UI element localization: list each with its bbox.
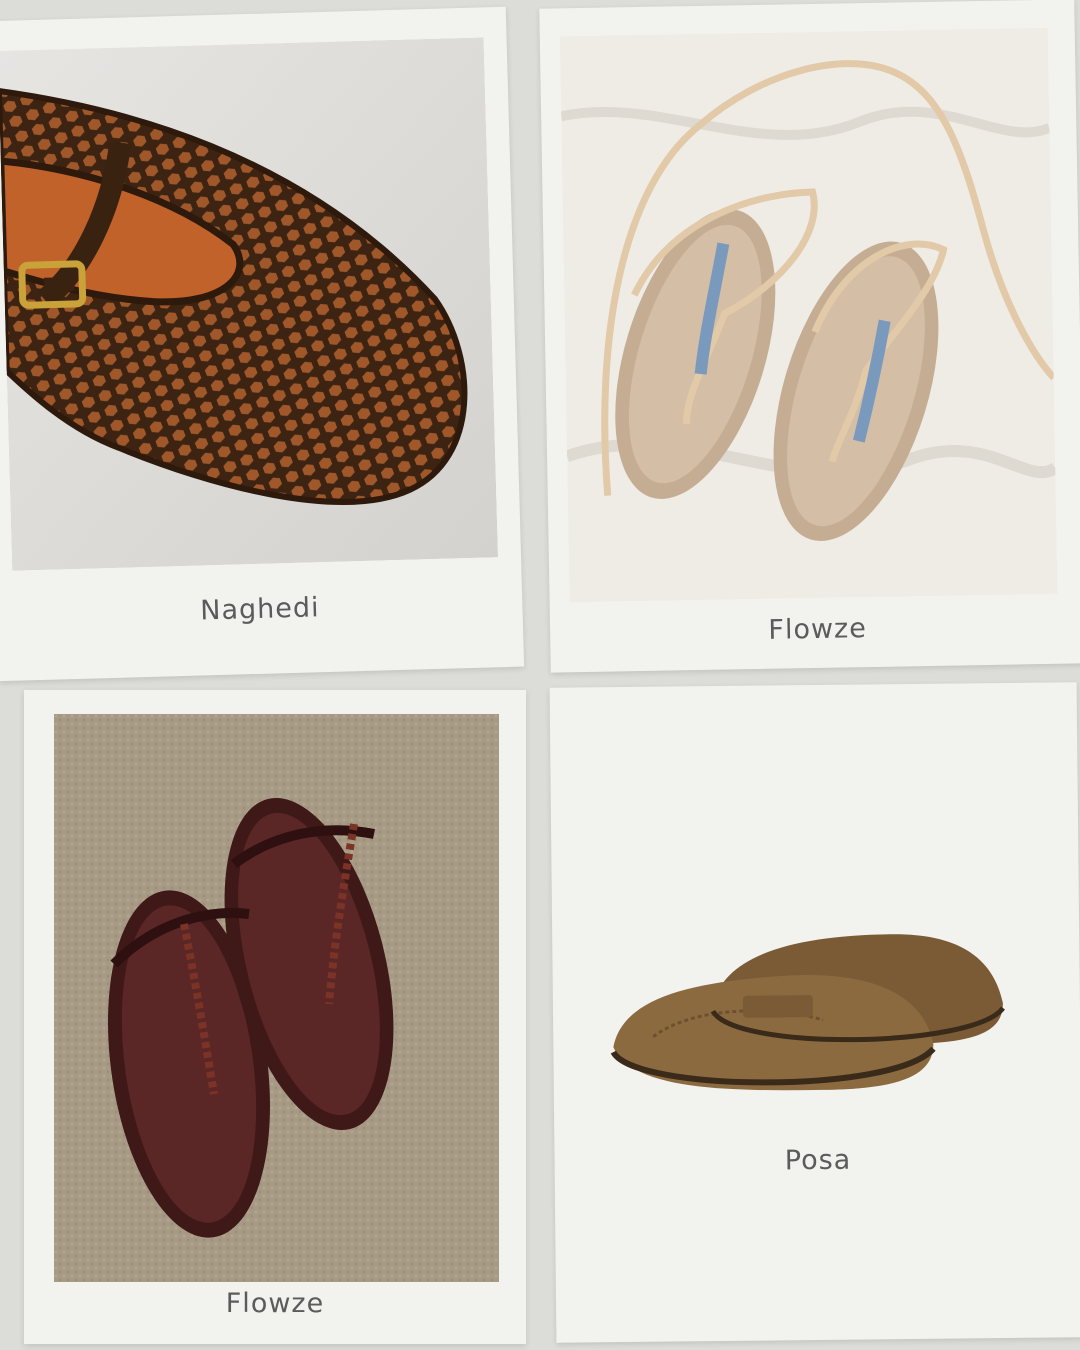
- beige-rope-sandals-photo: [559, 27, 1058, 603]
- caption-flowze-1: Flowze: [768, 613, 868, 646]
- photo-card-flowze-beige: Flowze: [539, 0, 1080, 673]
- photo-card-flowze-burgundy: Flowze: [24, 690, 526, 1344]
- caption-naghedi: Naghedi: [199, 592, 320, 627]
- photo-card-posa: Posa: [549, 682, 1080, 1343]
- photo-card-naghedi: Naghedi: [0, 6, 525, 682]
- suede-loafers-photo: [569, 702, 1062, 1138]
- caption-posa: Posa: [784, 1144, 852, 1177]
- burgundy-rope-sandals-photo: [54, 714, 499, 1282]
- woven-mary-jane-photo: [0, 37, 499, 571]
- caption-flowze-2: Flowze: [225, 1288, 325, 1319]
